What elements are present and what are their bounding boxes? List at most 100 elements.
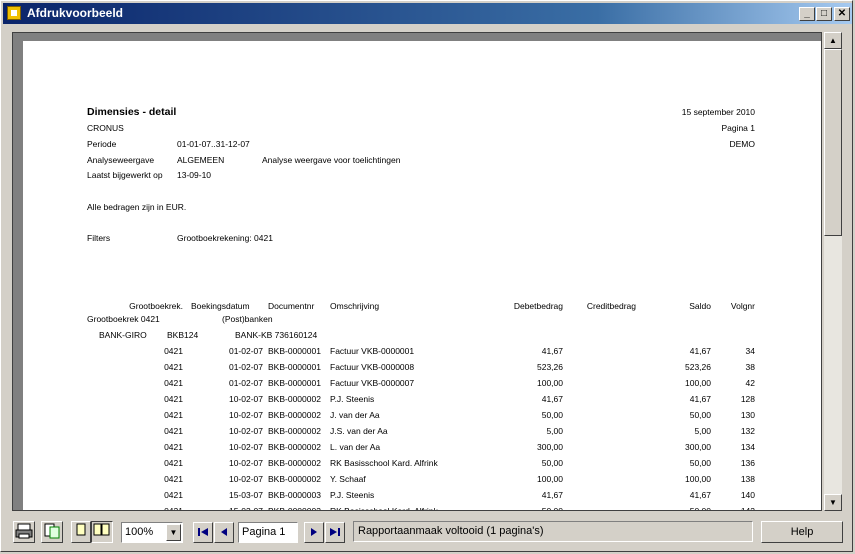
cell-saldo: 50,00 xyxy=(689,506,711,511)
close-button[interactable]: ✕ xyxy=(834,7,850,21)
cell-docno: BKB-0000001 xyxy=(268,362,321,372)
preview-area[interactable]: Dimensies - detail 15 september 2010 CRO… xyxy=(12,32,822,511)
cell-docno: BKB-0000002 xyxy=(268,474,321,484)
period-label: Periode xyxy=(87,139,117,149)
report-page: Dimensies - detail 15 september 2010 CRO… xyxy=(23,41,821,511)
cell-description: P.J. Steenis xyxy=(330,394,375,404)
cell-description: J. van der Aa xyxy=(330,410,380,420)
cell-account: 0421 xyxy=(164,346,183,356)
period-value: 01-01-07..31-12-07 xyxy=(177,139,250,149)
cell-account: 0421 xyxy=(164,362,183,372)
cell-account: 0421 xyxy=(164,426,183,436)
cell-docno: BKB-0000002 xyxy=(268,458,321,468)
col-header-credit: Creditbedrag xyxy=(586,301,636,311)
filters-label: Filters xyxy=(87,233,111,243)
help-button[interactable]: Help xyxy=(761,521,843,543)
app-icon xyxy=(7,6,21,20)
col-header-account: Grootboekrek. xyxy=(129,301,183,311)
cell-docno: BKB-0000002 xyxy=(268,394,321,404)
cell-saldo: 50,00 xyxy=(689,410,711,420)
cell-saldo: 523,26 xyxy=(685,362,711,372)
col-header-description: Omschrijving xyxy=(330,301,380,311)
cell-debit: 41,67 xyxy=(541,394,563,404)
subgroup-code: BKB124 xyxy=(167,330,199,340)
first-page-button[interactable] xyxy=(193,522,213,543)
cell-account: 0421 xyxy=(164,506,183,511)
single-page-icon[interactable] xyxy=(71,521,91,543)
filters-value: Grootboekrekening: 0421 xyxy=(177,233,273,243)
scroll-up-arrow-icon[interactable]: ▲ xyxy=(824,32,842,49)
cell-description: RK Basisschool Kard. Alfrink xyxy=(330,458,438,468)
cell-seq: 142 xyxy=(740,506,755,511)
last-page-button[interactable] xyxy=(325,522,345,543)
cell-saldo: 50,00 xyxy=(689,458,711,468)
cell-account: 0421 xyxy=(164,474,183,484)
page-setup-icon[interactable] xyxy=(41,521,63,543)
cell-date: 10-02-07 xyxy=(228,410,263,420)
cell-description: Factuur VKB-0000001 xyxy=(330,346,415,356)
cell-description: Y. Schaaf xyxy=(330,474,366,484)
cell-saldo: 41,67 xyxy=(689,346,711,356)
cell-description: Factuur VKB-0000007 xyxy=(330,378,415,388)
zoom-select[interactable]: 100% ▼ xyxy=(121,522,183,543)
cell-account: 0421 xyxy=(164,410,183,420)
cell-date: 01-02-07 xyxy=(228,362,263,372)
cell-docno: BKB-0000002 xyxy=(268,410,321,420)
cell-debit: 523,26 xyxy=(537,362,563,372)
subgroup-description: BANK-KB 736160124 xyxy=(235,330,318,340)
updated-label: Laatst bijgewerkt op xyxy=(87,170,163,180)
scroll-down-arrow-icon[interactable]: ▼ xyxy=(824,494,842,511)
cell-docno: BKB-0000002 xyxy=(268,426,321,436)
col-header-seq: Volgnr xyxy=(730,301,755,311)
cell-seq: 132 xyxy=(740,426,755,436)
cell-seq: 140 xyxy=(740,490,755,500)
previous-page-button[interactable] xyxy=(214,522,234,543)
cell-saldo: 300,00 xyxy=(685,442,711,452)
cell-seq: 34 xyxy=(745,346,755,356)
subgroup-label: BANK-GIRO xyxy=(99,330,147,340)
maximize-button[interactable]: □ xyxy=(816,7,832,21)
print-icon[interactable] xyxy=(13,521,35,543)
report-title: Dimensies - detail xyxy=(87,106,177,118)
col-header-date: Boekingsdatum xyxy=(191,301,250,311)
cell-debit: 300,00 xyxy=(537,442,563,452)
cell-description: L. van der Aa xyxy=(330,442,381,452)
cell-account: 0421 xyxy=(164,378,183,388)
cell-seq: 38 xyxy=(745,362,755,372)
cell-saldo: 100,00 xyxy=(685,474,711,484)
scroll-thumb[interactable] xyxy=(824,49,842,236)
cell-debit: 100,00 xyxy=(537,378,563,388)
cell-account: 0421 xyxy=(164,490,183,500)
report-date: 15 september 2010 xyxy=(681,107,755,117)
user-id: DEMO xyxy=(729,139,756,149)
chevron-down-icon[interactable]: ▼ xyxy=(166,524,181,541)
status-text: Rapportaanmaak voltooid (1 pagina's) xyxy=(353,521,753,542)
minimize-button[interactable]: _ xyxy=(799,7,815,21)
window-title: Afdrukvoorbeeld xyxy=(27,6,124,20)
cell-debit: 41,67 xyxy=(541,346,563,356)
cell-description: J.S. van der Aa xyxy=(330,426,388,436)
page-number: Pagina 1 xyxy=(721,123,755,133)
cell-date: 15-03-07 xyxy=(228,506,263,511)
next-page-button[interactable] xyxy=(304,522,324,543)
cell-docno: BKB-0000003 xyxy=(268,506,321,511)
cell-account: 0421 xyxy=(164,394,183,404)
cell-debit: 5,00 xyxy=(546,426,563,436)
col-header-debit: Debetbedrag xyxy=(513,301,563,311)
cell-date: 01-02-07 xyxy=(228,346,263,356)
group-label: Grootboekrek 0421 xyxy=(87,314,160,324)
cell-docno: BKB-0000003 xyxy=(268,490,321,500)
cell-debit: 50,00 xyxy=(541,410,563,420)
cell-saldo: 41,67 xyxy=(689,490,711,500)
cell-saldo: 5,00 xyxy=(694,426,711,436)
two-pages-icon[interactable] xyxy=(91,521,113,543)
cell-docno: BKB-0000001 xyxy=(268,378,321,388)
cell-date: 01-02-07 xyxy=(228,378,263,388)
cell-docno: BKB-0000001 xyxy=(268,346,321,356)
page-number-field[interactable]: Pagina 1 xyxy=(238,522,298,543)
cell-date: 10-02-07 xyxy=(228,394,263,404)
cell-seq: 136 xyxy=(740,458,755,468)
title-bar[interactable]: Afdrukvoorbeeld _ □ ✕ xyxy=(3,3,852,24)
group-description: (Post)banken xyxy=(222,314,273,324)
vertical-scrollbar[interactable]: ▲ ▼ xyxy=(824,32,842,511)
